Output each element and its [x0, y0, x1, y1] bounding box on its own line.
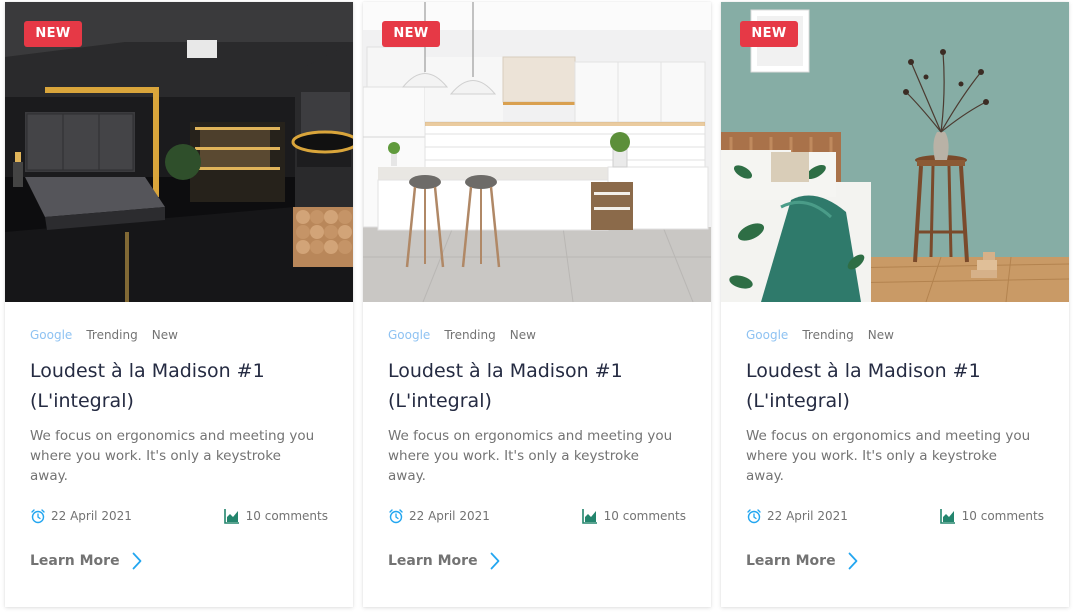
tag-list: Google Trending New — [30, 328, 178, 342]
area-chart-icon — [939, 509, 955, 524]
learn-more-link[interactable]: Learn More — [30, 552, 142, 570]
card-image-green-bedroom[interactable] — [721, 2, 1069, 302]
comment-count-text: 10 comments — [961, 509, 1044, 523]
comment-count[interactable]: 10 comments — [939, 508, 1044, 524]
new-badge: NEW — [740, 21, 798, 47]
post-date: 22 April 2021 — [30, 508, 132, 524]
card-image-dark-bedroom[interactable] — [5, 2, 353, 302]
blog-card[interactable]: NEW Google Trending New Loudest à la Mad… — [363, 2, 711, 607]
alarm-clock-icon — [31, 509, 45, 524]
learn-more-label: Learn More — [746, 553, 836, 569]
blog-card[interactable]: NEW Google Trending New Loudest à la Mad… — [5, 2, 353, 607]
learn-more-link[interactable]: Learn More — [388, 552, 500, 570]
tag-google[interactable]: Google — [30, 328, 72, 342]
card-meta: 22 April 2021 10 comments — [746, 508, 1044, 526]
dark-bedroom-illustration — [5, 2, 353, 302]
card-description: We focus on ergonomics and meeting you w… — [388, 428, 673, 484]
comment-count-text: 10 comments — [603, 509, 686, 523]
card-meta: 22 April 2021 10 comments — [388, 508, 686, 526]
card-title[interactable]: Loudest à la Madison #1 (L'integral) — [746, 356, 1046, 416]
blog-cards-section: NEW Google Trending New Loudest à la Mad… — [0, 0, 1073, 614]
tag-trending[interactable]: Trending — [444, 328, 495, 342]
tag-trending[interactable]: Trending — [86, 328, 137, 342]
card-meta: 22 April 2021 10 comments — [30, 508, 328, 526]
learn-more-label: Learn More — [388, 553, 478, 569]
tag-google[interactable]: Google — [388, 328, 430, 342]
tag-new[interactable]: New — [510, 328, 536, 342]
new-badge: NEW — [24, 21, 82, 47]
post-date-text: 22 April 2021 — [767, 509, 848, 523]
comment-count-text: 10 comments — [245, 509, 328, 523]
chevron-right-icon — [132, 552, 141, 570]
post-date-text: 22 April 2021 — [409, 509, 490, 523]
blog-card[interactable]: NEW Google Trending New Loudest à la Mad… — [721, 2, 1069, 607]
post-date: 22 April 2021 — [746, 508, 848, 524]
learn-more-link[interactable]: Learn More — [746, 552, 858, 570]
area-chart-icon — [581, 509, 597, 524]
tag-list: Google Trending New — [746, 328, 894, 342]
comment-count[interactable]: 10 comments — [581, 508, 686, 524]
tag-google[interactable]: Google — [746, 328, 788, 342]
area-chart-icon — [223, 509, 239, 524]
tag-trending[interactable]: Trending — [802, 328, 853, 342]
card-description: We focus on ergonomics and meeting you w… — [30, 428, 315, 484]
tag-list: Google Trending New — [388, 328, 536, 342]
green-bedroom-illustration — [721, 2, 1069, 302]
alarm-clock-icon — [389, 509, 403, 524]
tag-new[interactable]: New — [152, 328, 178, 342]
learn-more-label: Learn More — [30, 553, 120, 569]
alarm-clock-icon — [747, 509, 761, 524]
white-kitchen-illustration — [363, 2, 711, 302]
tag-new[interactable]: New — [868, 328, 894, 342]
card-image-white-kitchen[interactable] — [363, 2, 711, 302]
new-badge: NEW — [382, 21, 440, 47]
post-date: 22 April 2021 — [388, 508, 490, 524]
comment-count[interactable]: 10 comments — [223, 508, 328, 524]
card-description: We focus on ergonomics and meeting you w… — [746, 428, 1031, 484]
post-date-text: 22 April 2021 — [51, 509, 132, 523]
chevron-right-icon — [848, 552, 857, 570]
card-title[interactable]: Loudest à la Madison #1 (L'integral) — [30, 356, 330, 416]
card-title[interactable]: Loudest à la Madison #1 (L'integral) — [388, 356, 688, 416]
chevron-right-icon — [490, 552, 499, 570]
